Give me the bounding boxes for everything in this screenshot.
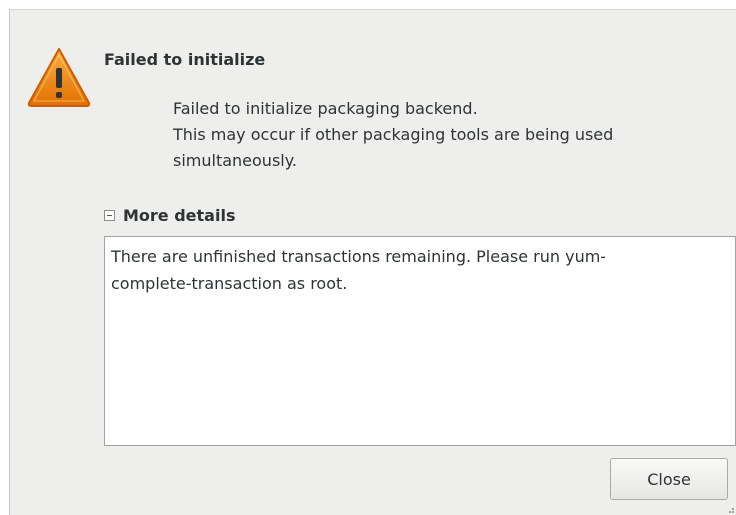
error-dialog: Failed to initialize Failed to initializ…: [9, 9, 736, 515]
details-text-area[interactable]: There are unfinished transactions remain…: [104, 236, 736, 446]
resize-grip-icon[interactable]: [728, 507, 734, 513]
message-line: Failed to initialize packaging backend.: [173, 99, 478, 118]
dialog-title: Failed to initialize: [104, 50, 266, 69]
details-line: complete-transaction as root.: [111, 274, 348, 293]
expander-label: More details: [123, 206, 236, 225]
dialog-message: Failed to initialize packaging backend. …: [173, 96, 613, 174]
details-line: There are unfinished transactions remain…: [111, 247, 607, 266]
message-line: simultaneously.: [173, 151, 297, 170]
collapse-icon[interactable]: [104, 210, 115, 221]
message-line: This may occur if other packaging tools …: [173, 125, 614, 144]
more-details-expander[interactable]: More details: [104, 206, 235, 225]
close-button[interactable]: Close: [610, 458, 728, 500]
warning-icon: [27, 48, 91, 107]
